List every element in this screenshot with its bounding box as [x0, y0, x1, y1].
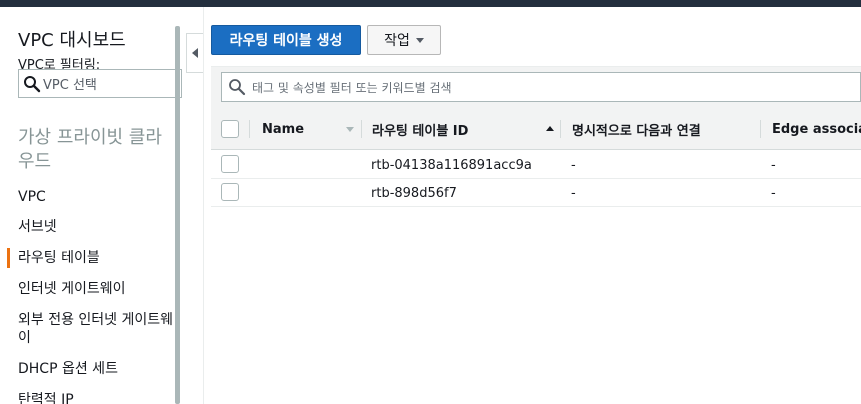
sidebar-item-subnets[interactable]: 서브넷	[18, 218, 178, 236]
row-edge-association: -	[771, 185, 776, 201]
table-header: Name 라우팅 테이블 ID 명시적으로 다음과 연결 Edge associ…	[211, 108, 861, 150]
search-icon	[229, 79, 246, 96]
console-top-bar	[0, 0, 861, 7]
column-separator	[560, 120, 561, 138]
actions-label: 작업	[384, 33, 410, 49]
search-placeholder: 태그 및 속성별 필터 또는 키워드별 검색	[252, 80, 452, 95]
sidebar-item-route-tables[interactable]: 라우팅 테이블	[7, 248, 178, 268]
row-edge-association: -	[771, 157, 776, 173]
column-separator	[760, 120, 761, 138]
table-row[interactable]: rtb-898d56f7 - -	[211, 179, 861, 207]
row-explicit-association: -	[571, 185, 576, 201]
row-route-table-id: rtb-898d56f7	[371, 185, 457, 201]
column-separator	[249, 120, 250, 138]
sidebar-item-vpc[interactable]: VPC	[18, 188, 178, 206]
sidebar-divider	[203, 7, 204, 404]
create-route-table-button[interactable]: 라우팅 테이블 생성	[211, 25, 361, 55]
sort-ascending-icon[interactable]	[546, 126, 554, 131]
sidebar-item-internet-gateways[interactable]: 인터넷 게이트웨이	[18, 280, 178, 298]
row-checkbox[interactable]	[221, 155, 239, 173]
sidebar-item-egress-only-gateways[interactable]: 외부 전용 인터넷 게이트웨이	[18, 311, 178, 347]
column-header-route-table-id[interactable]: 라우팅 테이블 ID	[372, 108, 468, 150]
chevron-left-icon	[192, 48, 198, 58]
sidebar-item-elastic-ips[interactable]: 탄력적 IP	[18, 391, 178, 404]
search-input[interactable]: 태그 및 속성별 필터 또는 키워드별 검색	[221, 72, 861, 102]
sidebar-collapse-button[interactable]	[186, 33, 203, 73]
row-explicit-association: -	[571, 157, 576, 173]
search-icon	[24, 75, 41, 92]
sidebar-section-title: 가상 프라이빗 클라우드	[18, 127, 162, 172]
column-header-edge-associations[interactable]: Edge associa	[772, 108, 861, 150]
vpc-select[interactable]: VPC 선택	[18, 69, 182, 98]
row-checkbox[interactable]	[221, 183, 239, 201]
row-route-table-id: rtb-04138a116891acc9a	[371, 157, 532, 173]
column-separator	[361, 120, 362, 138]
sort-icon[interactable]	[346, 127, 354, 132]
sidebar-item-dhcp-options[interactable]: DHCP 옵션 세트	[18, 360, 178, 378]
sidebar-scrollbar[interactable]	[175, 26, 180, 404]
column-header-name[interactable]: Name	[262, 108, 304, 150]
table-row[interactable]: rtb-04138a116891acc9a - -	[211, 151, 861, 179]
sidebar: VPC 대시보드 VPC로 필터링: VPC 선택 가상 프라이빗 클라우드 V…	[0, 7, 182, 404]
sidebar-title[interactable]: VPC 대시보드	[18, 26, 126, 52]
select-all-checkbox[interactable]	[221, 120, 239, 138]
chevron-down-icon	[415, 37, 424, 43]
actions-dropdown-button[interactable]: 작업	[367, 25, 441, 55]
vpc-select-placeholder: VPC 선택	[43, 78, 97, 93]
column-header-explicit-association[interactable]: 명시적으로 다음과 연결	[572, 108, 701, 150]
